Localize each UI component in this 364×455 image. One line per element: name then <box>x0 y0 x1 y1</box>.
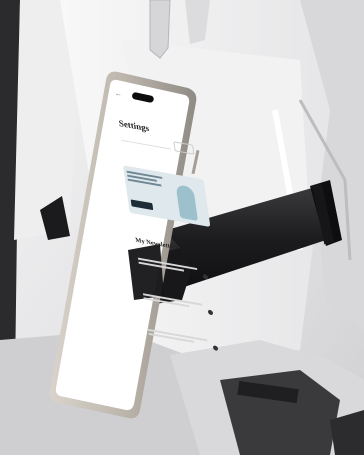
section-title: My Newsletters <box>134 236 179 252</box>
search-field[interactable] <box>120 132 171 150</box>
promo-illustration <box>175 184 199 221</box>
promo-headline-block <box>126 170 168 188</box>
back-arrow-icon[interactable]: ← <box>114 90 122 98</box>
promo-cta-button[interactable] <box>130 199 154 211</box>
newsletter-toggle-icon[interactable] <box>212 345 219 351</box>
newsletter-toggle-icon[interactable] <box>207 309 214 316</box>
newsletter-toggle-icon[interactable] <box>202 273 209 280</box>
page-title: Settings <box>118 118 150 134</box>
promo-card <box>122 165 211 228</box>
tray-latch <box>149 0 171 59</box>
photo-scene: ← Settings My Newsletters <box>0 0 364 455</box>
search-button[interactable] <box>173 141 195 155</box>
